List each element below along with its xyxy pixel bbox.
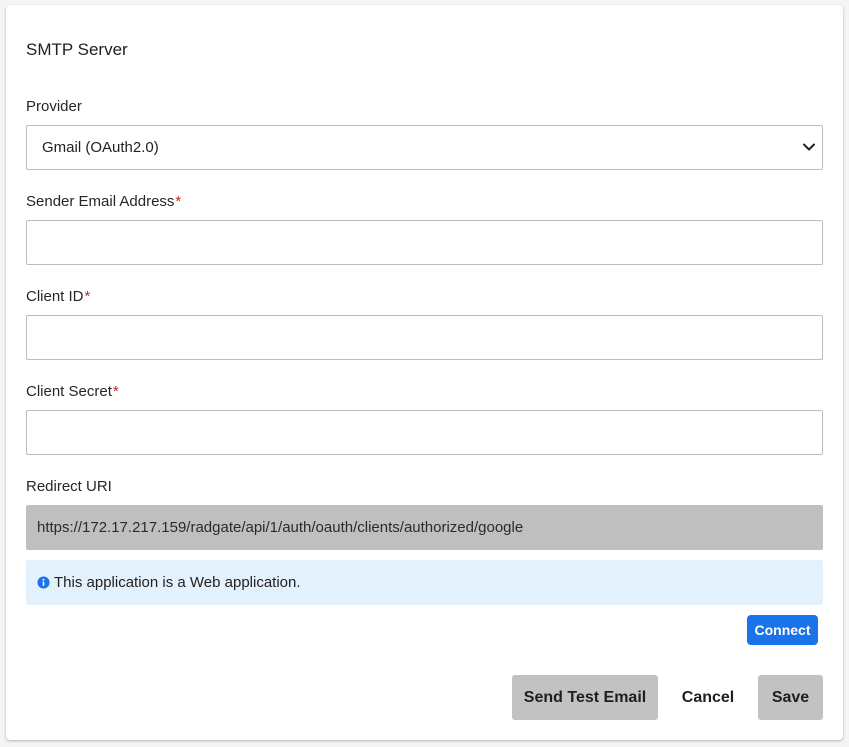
redirect-uri-field[interactable]: https://172.17.217.159/radgate/api/1/aut… <box>26 505 823 550</box>
redirect-uri-label: Redirect URI <box>26 478 112 495</box>
client-secret-field[interactable] <box>26 410 823 455</box>
provider-select[interactable]: Gmail (OAuth2.0) <box>26 125 823 170</box>
send-test-email-button[interactable]: Send Test Email <box>512 675 658 720</box>
info-icon <box>37 576 50 589</box>
client-id-label: Client ID* <box>26 288 90 305</box>
sender-email-label: Sender Email Address* <box>26 193 181 210</box>
client-id-field[interactable] <box>26 315 823 360</box>
chevron-down-icon <box>803 143 815 151</box>
required-asterisk: * <box>175 193 182 210</box>
section-title: SMTP Server <box>26 40 128 59</box>
required-asterisk: * <box>112 383 119 400</box>
required-asterisk: * <box>84 288 91 305</box>
provider-label-text: Provider <box>26 98 82 115</box>
info-banner: This application is a Web application. <box>26 560 823 605</box>
redirect-uri-label-text: Redirect URI <box>26 478 112 495</box>
provider-label: Provider <box>26 98 82 115</box>
smtp-server-card: SMTP Server Provider Gmail (OAuth2.0) Se… <box>6 5 843 740</box>
sender-email-label-text: Sender Email Address <box>26 193 175 210</box>
cancel-button[interactable]: Cancel <box>671 675 745 720</box>
save-button[interactable]: Save <box>758 675 823 720</box>
redirect-uri-value: https://172.17.217.159/radgate/api/1/aut… <box>37 519 524 536</box>
sender-email-field[interactable] <box>26 220 823 265</box>
connect-button[interactable]: Connect <box>747 615 818 645</box>
client-id-label-text: Client ID <box>26 288 84 305</box>
client-secret-label-text: Client Secret <box>26 383 112 400</box>
client-secret-label: Client Secret* <box>26 383 119 400</box>
provider-selected-value: Gmail (OAuth2.0) <box>42 139 159 156</box>
info-message: This application is a Web application. <box>54 574 301 591</box>
